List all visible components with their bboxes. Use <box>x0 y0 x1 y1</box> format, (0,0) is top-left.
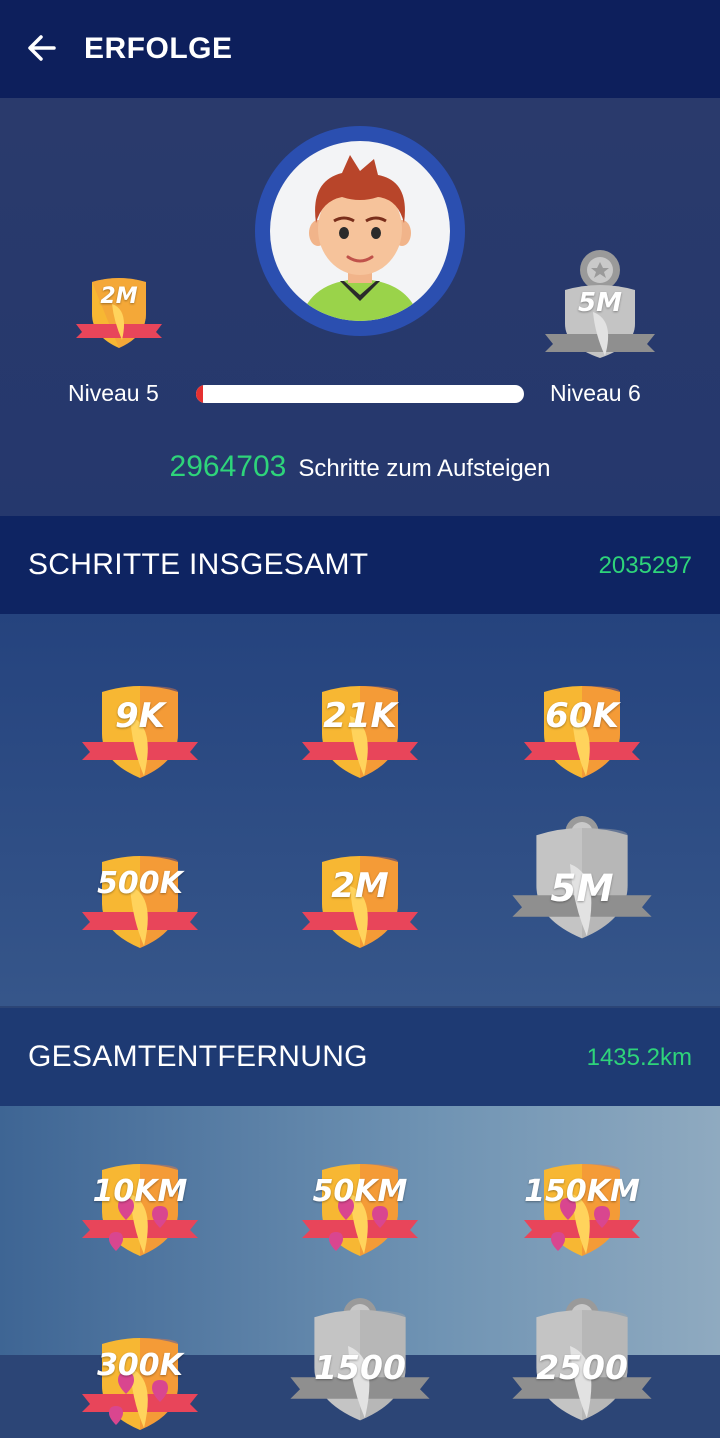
avatar-image <box>270 141 450 321</box>
total-distance-value: 1435.2km <box>586 1044 692 1071</box>
steps-to-level-value: 2964703 <box>169 450 287 483</box>
distance-badges-grid: 10KM 50KM 150KM 300K 1500 2500 <box>0 1106 720 1430</box>
steps-badge-label: 2M <box>331 866 389 906</box>
next-level-badge: 5M <box>545 248 655 363</box>
steps-badge[interactable]: 5M <box>510 816 654 948</box>
app-bar: ERFOLGE <box>0 0 720 98</box>
total-steps-value: 2035297 <box>598 552 692 579</box>
steps-section-title: SCHRITTE INSGESAMT <box>28 548 369 581</box>
steps-badge[interactable]: 9K <box>80 676 200 786</box>
steps-to-level: 2964703 Schritte zum Aufsteigen <box>0 450 720 484</box>
distance-badge-label: 1500 <box>314 1348 406 1387</box>
distance-badge-label: 300K <box>97 1348 183 1383</box>
distance-badge[interactable]: 300K <box>80 1328 200 1438</box>
steps-badge-label: 60K <box>545 696 619 736</box>
steps-badge-label: 5M <box>550 866 614 910</box>
level-progress-bar <box>196 385 524 403</box>
steps-badge-label: 21K <box>323 696 397 736</box>
back-button[interactable] <box>24 30 60 66</box>
steps-badge[interactable]: 500K <box>80 846 200 956</box>
avatar[interactable] <box>255 126 465 336</box>
steps-badge[interactable]: 21K <box>300 676 420 786</box>
distance-badge[interactable]: 50KM <box>300 1154 420 1264</box>
distance-badge-label: 50KM <box>312 1174 408 1209</box>
current-level-label: Niveau 5 <box>68 380 159 406</box>
steps-badge[interactable]: 2M <box>300 846 420 956</box>
distance-section-header: GESAMTENTFERNUNG 1435.2km <box>0 1008 720 1106</box>
steps-to-level-text: Schritte zum Aufsteigen <box>298 455 551 482</box>
level-panel: 2M 5M Niveau 5 Niveau 6 2964703 Schritte … <box>0 98 720 516</box>
current-level-badge: 2M <box>74 274 164 354</box>
distance-badge[interactable]: 150KM <box>522 1154 642 1264</box>
distance-badge-label: 2500 <box>536 1348 628 1387</box>
steps-badge-label: 500K <box>97 866 183 901</box>
steps-section-header: SCHRITTE INSGESAMT 2035297 <box>0 516 720 614</box>
steps-badges-grid: 9K 21K 60K 500K 2M 5M <box>0 614 720 1006</box>
level-progress-fill <box>196 385 203 403</box>
distance-badge[interactable]: 10KM <box>80 1154 200 1264</box>
distance-badge[interactable]: 1500 <box>288 1298 432 1430</box>
steps-badge-label: 9K <box>114 696 165 736</box>
page-title: ERFOLGE <box>84 32 233 65</box>
steps-badge[interactable]: 60K <box>522 676 642 786</box>
next-level-label: Niveau 6 <box>550 380 641 406</box>
distance-badge[interactable]: 2500 <box>510 1298 654 1430</box>
distance-badge-label: 150KM <box>524 1174 640 1209</box>
distance-section-title: GESAMTENTFERNUNG <box>28 1040 368 1073</box>
distance-badge-label: 10KM <box>92 1174 188 1209</box>
arrow-left-icon <box>28 35 56 61</box>
